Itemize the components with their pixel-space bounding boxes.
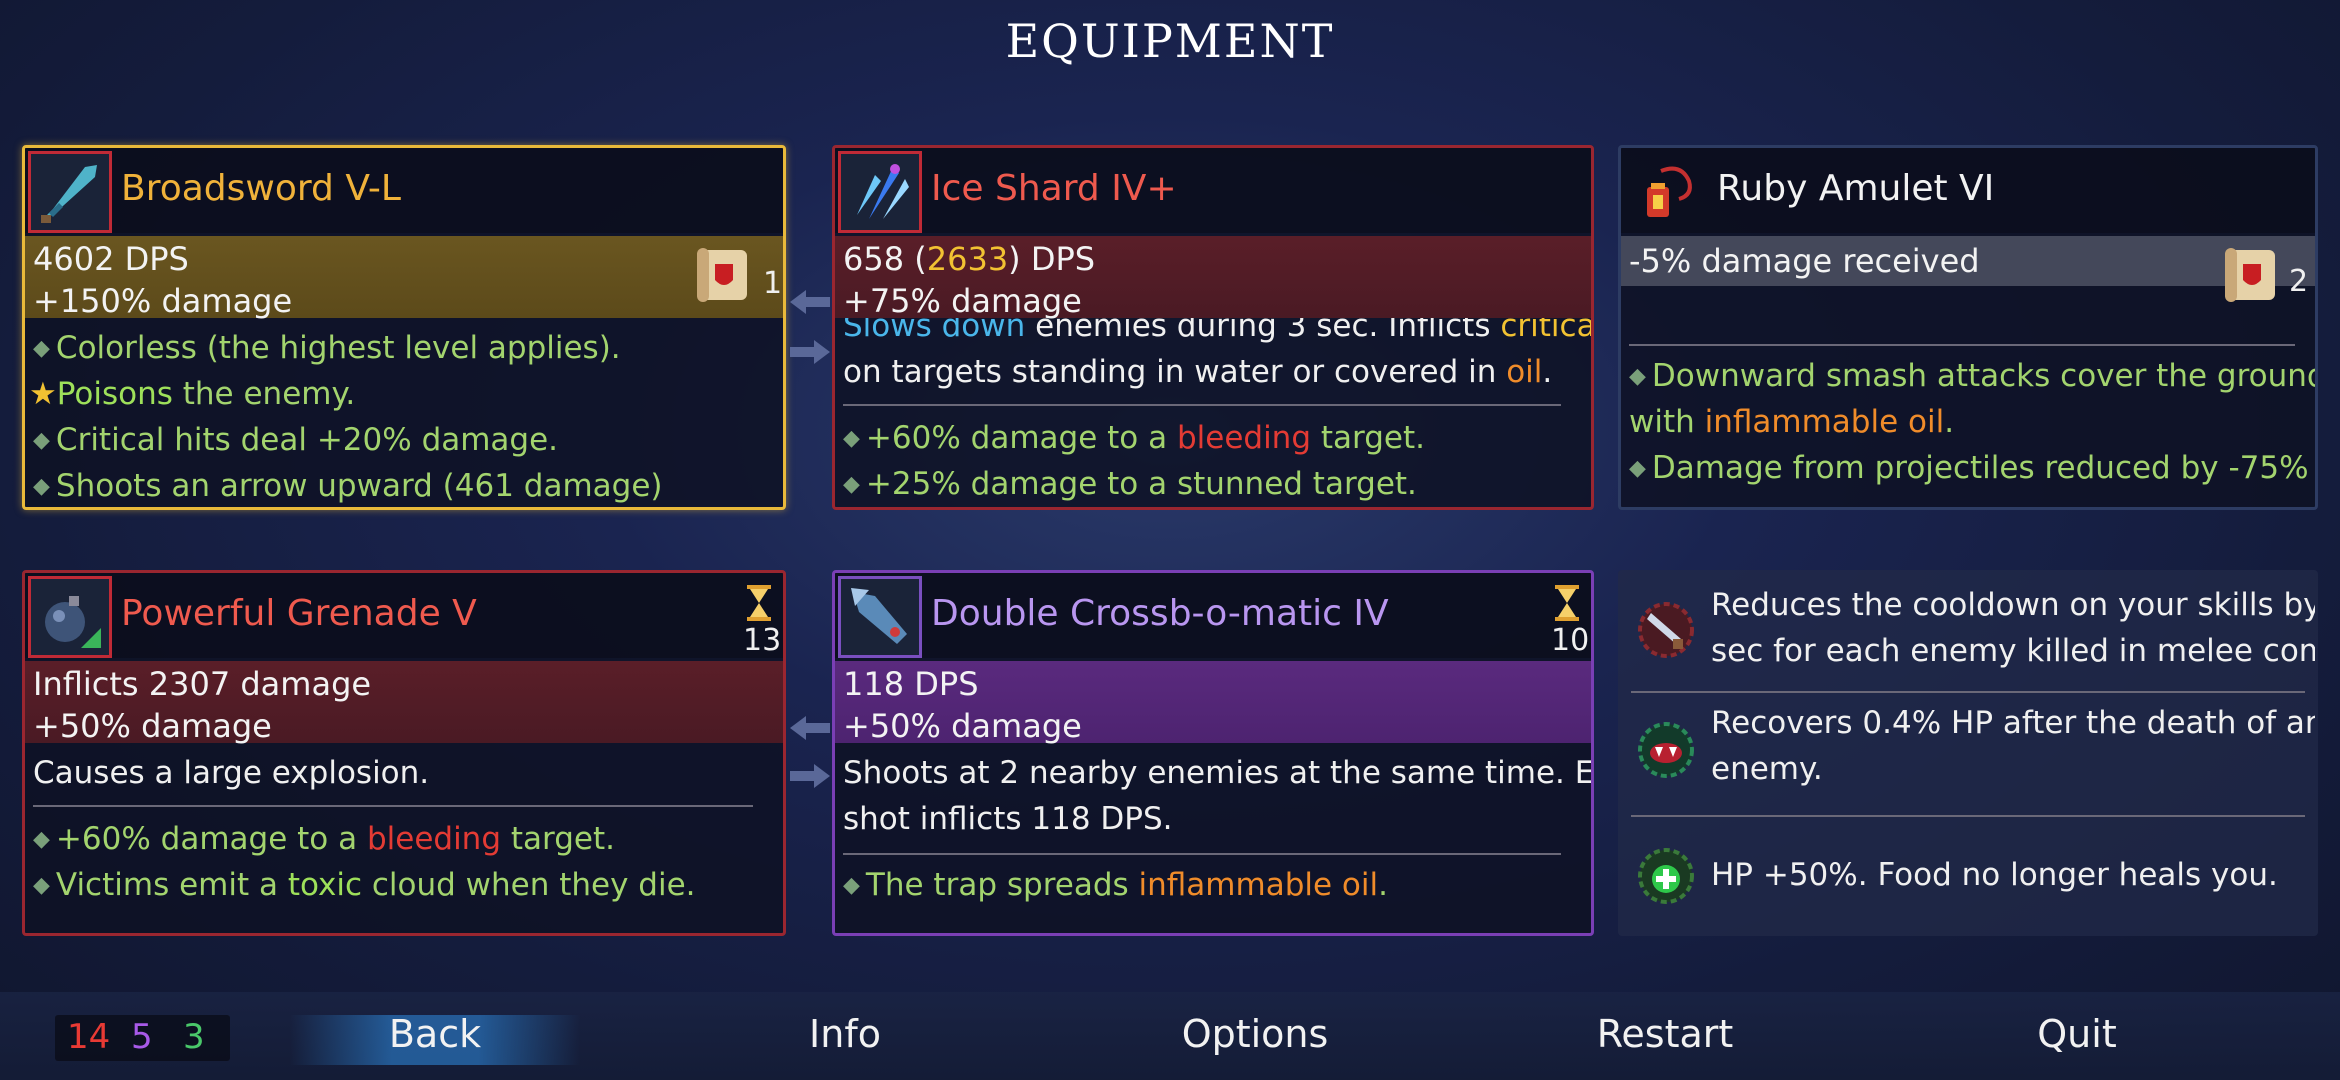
affix-line: ◆ The trap spreads inflammable oil. xyxy=(843,867,1388,903)
description-line: Shoots at 2 nearby enemies at the same t… xyxy=(843,755,1594,791)
affix-line: ★Poisons the enemy. xyxy=(29,376,356,412)
description-line: on targets standing in water or covered … xyxy=(843,354,1553,390)
cooldown-value: 10 xyxy=(1551,623,1590,658)
stats-band: 4602 DPS +150% damage xyxy=(25,236,783,320)
damage-bonus: +50% damage xyxy=(33,707,272,745)
broadsword-card[interactable]: Broadsword V-L 4602 DPS +150% damage 1 ◆… xyxy=(22,145,786,510)
ruby-amulet-icon xyxy=(1624,151,1708,233)
damage-bonus: +75% damage xyxy=(843,282,1082,320)
diamond-icon: ◆ xyxy=(33,873,50,898)
hp-mutation-icon xyxy=(1638,848,1694,904)
broadsword-icon xyxy=(28,151,112,233)
mutation-text: sec for each enemy killed in melee comba… xyxy=(1711,633,2315,669)
item-name: Broadsword V-L xyxy=(121,168,401,209)
crossbow-icon xyxy=(838,576,922,658)
melee-mutation-icon xyxy=(1638,602,1694,658)
item-name: Ruby Amulet VI xyxy=(1717,168,1995,209)
grenade-card[interactable]: Powerful Grenade V 13 Inflicts 2307 dama… xyxy=(22,570,786,936)
stats-band: -5% damage received xyxy=(1621,236,2315,286)
diamond-icon: ◆ xyxy=(33,827,50,852)
divider xyxy=(33,805,753,807)
stats-band: Inflicts 2307 damage +50% damage xyxy=(25,661,783,745)
item-name: Double Crossb-o-matic IV xyxy=(931,593,1389,634)
divider xyxy=(1631,691,2305,693)
star-icon: ★ xyxy=(29,376,57,412)
damage-bonus: +50% damage xyxy=(843,707,1082,745)
survival-count: 3 xyxy=(183,1017,205,1057)
cooldown-value: 13 xyxy=(743,623,782,658)
stats-band: 658 (2633) DPS +75% damage xyxy=(835,236,1591,320)
divider xyxy=(1631,815,2305,817)
mutation-row[interactable]: HP +50%. Food no longer heals you. xyxy=(1621,819,2315,933)
diamond-icon: ◆ xyxy=(843,426,860,451)
affix-line: ◆ Shoots an arrow upward (461 damage) xyxy=(33,468,663,504)
affix-line: with inflammable oil. xyxy=(1629,404,1955,440)
diamond-icon: ◆ xyxy=(33,336,50,361)
dps-value: 118 DPS xyxy=(843,665,979,703)
diamond-icon: ◆ xyxy=(843,472,860,497)
swap-left-arrow-icon[interactable] xyxy=(790,713,830,743)
item-name: Powerful Grenade V xyxy=(121,593,477,634)
vampire-mutation-icon xyxy=(1638,722,1694,778)
stat-value: -5% damage received xyxy=(1629,242,1980,280)
ruby-amulet-card[interactable]: Ruby Amulet VI -5% damage received 2 ◆ Do… xyxy=(1618,145,2318,510)
diamond-icon: ◆ xyxy=(33,474,50,499)
affix-line: ◆ +25% damage to a stunned target. xyxy=(843,466,1417,502)
damage-value: Inflicts 2307 damage xyxy=(33,665,372,703)
affix-line: ◆ Colorless (the highest level applies). xyxy=(33,330,621,366)
mutation-row[interactable]: Recovers 0.4% HP after the death of an e… xyxy=(1621,695,2318,811)
swap-right-arrow-icon[interactable] xyxy=(790,337,830,367)
description-line: Causes a large explosion. xyxy=(33,755,430,791)
divider xyxy=(1629,344,2295,346)
diamond-icon: ◆ xyxy=(1629,364,1646,389)
scroll-icon xyxy=(697,248,747,302)
swap-left-arrow-icon[interactable] xyxy=(790,287,830,317)
affix-line: ◆ Victims emit a toxic cloud when they di… xyxy=(33,867,696,903)
crossbow-card[interactable]: Double Crossb-o-matic IV 10 118 DPS +50%… xyxy=(832,570,1594,936)
diamond-icon: ◆ xyxy=(843,873,860,898)
item-name: Ice Shard IV+ xyxy=(931,168,1177,209)
mutation-text: Reduces the cooldown on your skills by 1… xyxy=(1711,587,2318,623)
diamond-icon: ◆ xyxy=(33,428,50,453)
page-title: EQUIPMENT xyxy=(1005,14,1335,68)
description-line: shot inflicts 118 DPS. xyxy=(843,801,1173,837)
quit-button[interactable]: Quit xyxy=(1977,1012,2177,1056)
dps-value: 658 (2633) DPS xyxy=(843,240,1096,278)
mutation-row[interactable]: Reduces the cooldown on your skills by 1… xyxy=(1621,573,2318,689)
scroll-count: 2 xyxy=(2289,264,2309,299)
scroll-stat-counters: 14 5 3 xyxy=(55,1015,230,1061)
affix-line: ◆ +60% damage to a bleeding target. xyxy=(33,821,615,857)
tactics-count: 5 xyxy=(131,1017,153,1057)
ice-shard-card[interactable]: Ice Shard IV+ 658 (2633) DPS +75% damage… xyxy=(832,145,1594,510)
stats-band: 118 DPS +50% damage xyxy=(835,661,1591,745)
affix-line: ◆ Downward smash attacks cover the ground xyxy=(1629,358,2318,394)
diamond-icon: ◆ xyxy=(1629,456,1646,481)
scroll-icon xyxy=(2225,248,2275,302)
grenade-icon xyxy=(28,576,112,658)
mutations-panel: Reduces the cooldown on your skills by 1… xyxy=(1618,570,2318,936)
hourglass-icon xyxy=(1555,585,1579,621)
hourglass-icon xyxy=(747,585,771,621)
mutation-text: HP +50%. Food no longer heals you. xyxy=(1711,857,2278,893)
ice-shard-icon xyxy=(838,151,922,233)
affix-line: ◆ +60% damage to a bleeding target. xyxy=(843,420,1425,456)
affix-line: ◆ Damage from projectiles reduced by -75% xyxy=(1629,450,2309,486)
mutation-text: enemy. xyxy=(1711,751,1823,787)
affix-line: ◆ Critical hits deal +20% damage. xyxy=(33,422,559,458)
divider xyxy=(843,853,1561,855)
mutation-text: Recovers 0.4% HP after the death of an xyxy=(1711,705,2318,741)
scroll-count: 1 xyxy=(763,266,783,301)
dps-value: 4602 DPS xyxy=(33,240,189,278)
restart-button[interactable]: Restart xyxy=(1565,1012,1765,1056)
info-button[interactable]: Info xyxy=(745,1012,945,1056)
back-button[interactable]: Back xyxy=(335,1012,535,1056)
brutality-count: 14 xyxy=(67,1017,111,1057)
damage-bonus: +150% damage xyxy=(33,282,293,320)
swap-right-arrow-icon[interactable] xyxy=(790,761,830,791)
divider xyxy=(843,404,1561,406)
options-button[interactable]: Options xyxy=(1155,1012,1355,1056)
